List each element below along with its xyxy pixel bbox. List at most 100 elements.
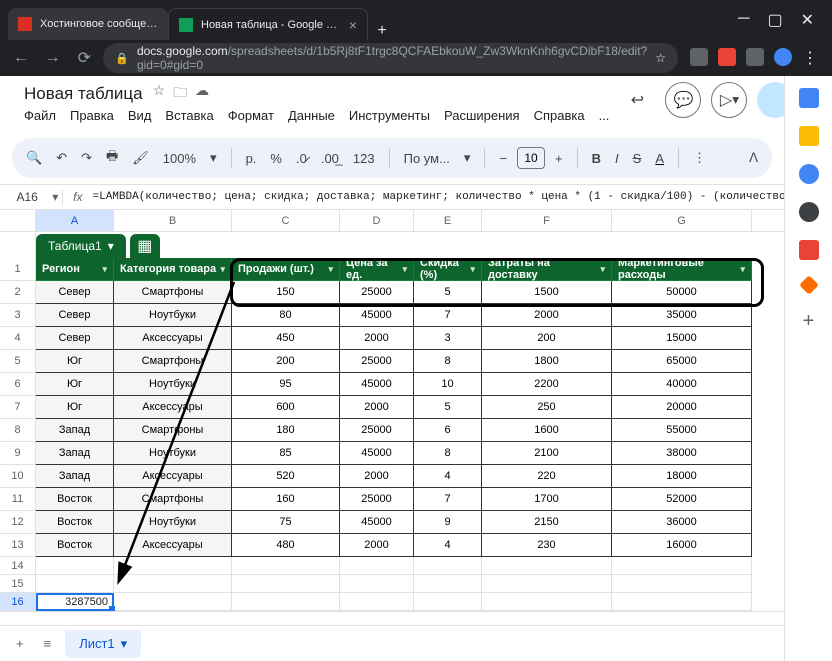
cell[interactable] [340,557,414,575]
table-cell[interactable]: Аксессуары [114,327,232,350]
table-header-cell[interactable]: Регион▾ [36,258,114,281]
formula-input[interactable]: =LAMBDA(количество; цена; скидка; достав… [93,191,784,203]
table-cell[interactable]: 45000 [340,304,414,327]
row-header[interactable]: 10 [0,465,36,488]
table-cell[interactable]: 2000 [340,327,414,350]
cell[interactable] [482,593,612,611]
table-cell[interactable]: 50000 [612,281,752,304]
meet-icon[interactable]: ▷▾ [711,82,747,118]
cell[interactable] [114,557,232,575]
cell[interactable] [482,575,612,593]
table-cell[interactable]: 5 [414,396,482,419]
table-cell[interactable]: Запад [36,419,114,442]
table-cell[interactable]: 55000 [612,419,752,442]
table-cell[interactable]: Аксессуары [114,465,232,488]
table-cell[interactable]: Север [36,281,114,304]
cell[interactable]: 3287500 [36,593,114,611]
table-cell[interactable]: 6 [414,419,482,442]
table-cell[interactable]: 75 [232,511,340,534]
table-cell[interactable]: 85 [232,442,340,465]
cell[interactable] [612,557,752,575]
menu-item[interactable]: Формат [228,108,274,123]
cell[interactable] [482,557,612,575]
table-cell[interactable]: 95 [232,373,340,396]
table-cell[interactable]: 45000 [340,511,414,534]
horizontal-scrollbar[interactable] [0,611,784,625]
comment-icon[interactable]: 💬 [665,82,701,118]
cell[interactable] [612,593,752,611]
table-cell[interactable]: 600 [232,396,340,419]
url-field[interactable]: 🔒 docs.google.com/spreadsheets/d/1b5Rj8t… [103,43,678,73]
menu-item[interactable]: Справка [534,108,585,123]
table-cell[interactable]: Запад [36,442,114,465]
add-sheet-button[interactable]: + [10,632,30,655]
table-cell[interactable]: 200 [482,327,612,350]
addon-icon[interactable] [799,275,819,295]
table-cell[interactable]: 25000 [340,488,414,511]
table-cell[interactable]: 3 [414,327,482,350]
name-box[interactable]: A16 [0,190,48,204]
cell[interactable] [114,575,232,593]
profile-icon[interactable] [774,48,792,66]
font-size-inc[interactable]: + [551,147,567,170]
more-tools-icon[interactable]: ⋮ [689,146,710,170]
table-cell[interactable]: 25000 [340,281,414,304]
keep-icon[interactable] [799,126,819,146]
column-header[interactable]: D [340,210,414,231]
row-header[interactable]: 12 [0,511,36,534]
table-cell[interactable]: Восток [36,511,114,534]
table-cell[interactable]: 25000 [340,419,414,442]
table-cell[interactable]: 480 [232,534,340,557]
table-cell[interactable]: Север [36,304,114,327]
menu-item[interactable]: ... [599,108,610,123]
sheet-tab[interactable]: Лист1▾ [65,630,141,658]
table-cell[interactable]: 40000 [612,373,752,396]
table-header-cell[interactable]: Продажи (шт.)▾ [232,258,340,281]
row-header[interactable]: 5 [0,350,36,373]
cell[interactable] [414,557,482,575]
table-cell[interactable]: 18000 [612,465,752,488]
row-header[interactable]: 15 [0,575,36,593]
table-cell[interactable]: 200 [232,350,340,373]
row-header[interactable]: 1 [0,258,36,281]
table-cell[interactable]: 520 [232,465,340,488]
table-cell[interactable]: 20000 [612,396,752,419]
table-cell[interactable]: 36000 [612,511,752,534]
menu-item[interactable]: Расширения [444,108,520,123]
table-cell[interactable]: Ноутбуки [114,511,232,534]
column-header[interactable]: G [612,210,752,231]
extension-icon[interactable] [690,48,708,66]
doc-title[interactable]: Новая таблица [24,84,143,104]
menu-item[interactable]: Правка [70,108,114,123]
table-cell[interactable]: 45000 [340,373,414,396]
table-cell[interactable]: 15000 [612,327,752,350]
print-icon[interactable]: 🖶 [102,143,122,173]
table-cell[interactable]: Аксессуары [114,396,232,419]
cell[interactable] [114,593,232,611]
table-header-cell[interactable]: Затраты на доставку▾ [482,258,612,281]
column-header[interactable]: B [114,210,232,231]
history-icon[interactable]: ↩ [619,82,655,118]
site-info-icon[interactable]: 🔒 [115,52,129,65]
table-cell[interactable]: Аксессуары [114,534,232,557]
row-header[interactable]: 7 [0,396,36,419]
minimize-icon[interactable]: ─ [738,10,749,30]
column-header[interactable]: F [482,210,612,231]
move-icon[interactable]: 🗀 [173,82,187,106]
table-cell[interactable]: 35000 [612,304,752,327]
table-cell[interactable]: Юг [36,396,114,419]
add-panel-icon[interactable]: + [803,310,815,333]
select-all-corner[interactable] [0,210,36,231]
table-cell[interactable]: 5 [414,281,482,304]
new-tab-button[interactable]: + [368,22,396,40]
table-cell[interactable]: 10 [414,373,482,396]
cell[interactable] [232,557,340,575]
browser-tab-1[interactable]: Хостинговое сообщество «Tim [8,8,168,40]
menu-item[interactable]: Данные [288,108,335,123]
table-cell[interactable]: 150 [232,281,340,304]
extension-icon[interactable] [718,48,736,66]
text-color-button[interactable]: A [651,147,668,170]
currency-button[interactable]: р. [242,147,261,170]
table-cell[interactable]: Смартфоны [114,281,232,304]
menu-item[interactable]: Вставка [165,108,213,123]
